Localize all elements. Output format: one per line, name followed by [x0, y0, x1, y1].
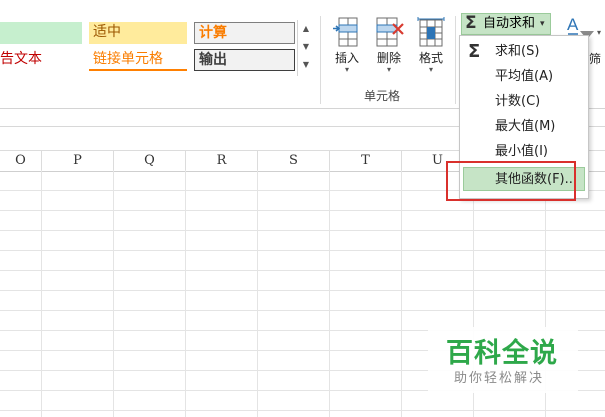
- group-separator: [320, 16, 321, 104]
- insert-button[interactable]: 插入 ▾: [327, 16, 367, 74]
- column-line: [185, 170, 186, 417]
- delete-dropdown-icon: ▾: [386, 65, 391, 74]
- style-neutral[interactable]: 适中: [89, 22, 187, 44]
- style-warning-text-label: 告文本: [0, 51, 42, 67]
- row-line: [0, 230, 605, 231]
- column-header-s[interactable]: S: [258, 151, 330, 171]
- find-dropdown-icon[interactable]: ▾: [597, 28, 601, 37]
- row-line: [0, 210, 605, 211]
- menu-item-max[interactable]: 最大值(M): [460, 115, 588, 139]
- style-output-label: 输出: [199, 52, 227, 68]
- style-linked-cell[interactable]: 链接单元格: [89, 49, 187, 71]
- format-dropdown-icon: ▾: [428, 65, 433, 74]
- svg-text:A: A: [567, 15, 579, 34]
- menu-item-count[interactable]: 计数(C): [460, 90, 588, 114]
- format-cells-icon: [415, 16, 447, 48]
- column-line: [257, 170, 258, 417]
- gallery-scroll-down-icon[interactable]: ▼: [298, 38, 314, 56]
- style-calculation[interactable]: 计算: [194, 22, 295, 44]
- sigma-icon: Σ: [468, 41, 481, 62]
- column-header-o[interactable]: O: [0, 151, 42, 171]
- style-good-swatch[interactable]: [0, 22, 82, 44]
- delete-cells-icon: [373, 16, 405, 48]
- column-header-q[interactable]: Q: [114, 151, 186, 171]
- column-header-p[interactable]: P: [42, 151, 114, 171]
- style-calculation-label: 计算: [199, 25, 227, 41]
- cells-group-label: 单元格: [364, 89, 401, 103]
- format-label: 格式: [418, 51, 443, 65]
- insert-label: 插入: [334, 51, 359, 65]
- row-line: [0, 290, 605, 291]
- column-header-r[interactable]: R: [186, 151, 258, 171]
- delete-button[interactable]: 删除 ▾: [369, 16, 409, 74]
- highlight-box: [446, 161, 576, 201]
- row-line: [0, 270, 605, 271]
- sigma-icon: Σ: [465, 13, 477, 33]
- insert-dropdown-icon: ▾: [344, 65, 349, 74]
- group-separator: [455, 16, 456, 104]
- menu-item-sum-label: 求和(S): [495, 44, 540, 59]
- column-line: [401, 170, 402, 417]
- row-line: [0, 310, 605, 311]
- menu-item-sum[interactable]: Σ 求和(S): [460, 40, 588, 64]
- column-line: [329, 170, 330, 417]
- style-neutral-label: 适中: [93, 24, 121, 40]
- menu-item-average-label: 平均值(A): [495, 69, 554, 84]
- style-warning-text[interactable]: 告文本: [0, 49, 82, 71]
- filter-label: 筛: [589, 52, 602, 66]
- autosum-button[interactable]: Σ 自动求和 ▾: [461, 13, 551, 35]
- delete-label: 删除: [376, 51, 401, 65]
- watermark-subtitle: 助你轻松解决: [454, 371, 545, 386]
- menu-item-count-label: 计数(C): [495, 94, 541, 109]
- style-linked-cell-label: 链接单元格: [93, 51, 163, 67]
- watermark: 百科全说 助你轻松解决: [428, 327, 578, 393]
- row-line: [0, 250, 605, 251]
- menu-item-max-label: 最大值(M): [495, 119, 556, 134]
- menu-item-average[interactable]: 平均值(A): [460, 65, 588, 89]
- column-line: [41, 170, 42, 417]
- column-header-t[interactable]: T: [330, 151, 402, 171]
- style-output[interactable]: 输出: [194, 49, 295, 71]
- gallery-scroll-up-icon[interactable]: ▲: [298, 20, 314, 38]
- gallery-scrollbar[interactable]: ▲ ▼ ▼: [297, 20, 314, 76]
- autosum-label: 自动求和: [483, 16, 536, 31]
- autosum-dropdown-icon: ▾: [540, 19, 545, 29]
- column-line: [113, 170, 114, 417]
- gallery-expand-icon[interactable]: ▼: [298, 56, 314, 74]
- watermark-title: 百科全说: [446, 338, 558, 369]
- insert-cells-icon: [331, 16, 363, 48]
- format-button[interactable]: 格式 ▾: [411, 16, 451, 74]
- row-line: [0, 410, 605, 411]
